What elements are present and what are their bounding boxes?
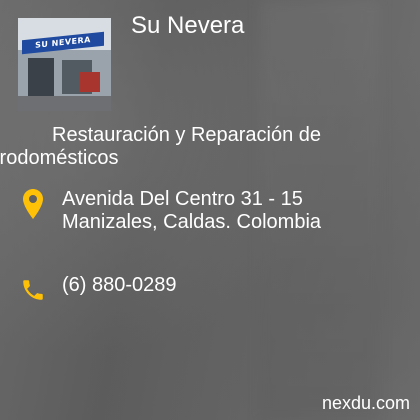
description-line-1: Restauración y Reparación de bbox=[52, 124, 322, 146]
address-text: Avenida Del Centro 31 - 15 Manizales, Ca… bbox=[62, 188, 321, 234]
business-name: Su Nevera bbox=[131, 12, 245, 39]
business-photo-thumbnail[interactable]: SU NEVERA bbox=[18, 18, 111, 111]
address-line-2: Manizales, Caldas. Colombia bbox=[62, 211, 322, 233]
address-row[interactable]: Avenida Del Centro 31 - 15 Manizales, Ca… bbox=[20, 188, 321, 234]
location-pin-icon bbox=[23, 189, 43, 219]
footer-brand[interactable]: nexdu.com bbox=[322, 392, 410, 414]
phone-icon bbox=[23, 280, 43, 300]
description-line-2: trodomésticos bbox=[0, 147, 119, 169]
phone-row[interactable]: (6) 880-0289 bbox=[20, 274, 177, 306]
phone-number[interactable]: (6) 880-0289 bbox=[62, 274, 177, 297]
address-line-1: Avenida Del Centro 31 - 15 bbox=[62, 188, 303, 210]
business-description: Restauración y Reparación de trodoméstic… bbox=[0, 124, 420, 170]
